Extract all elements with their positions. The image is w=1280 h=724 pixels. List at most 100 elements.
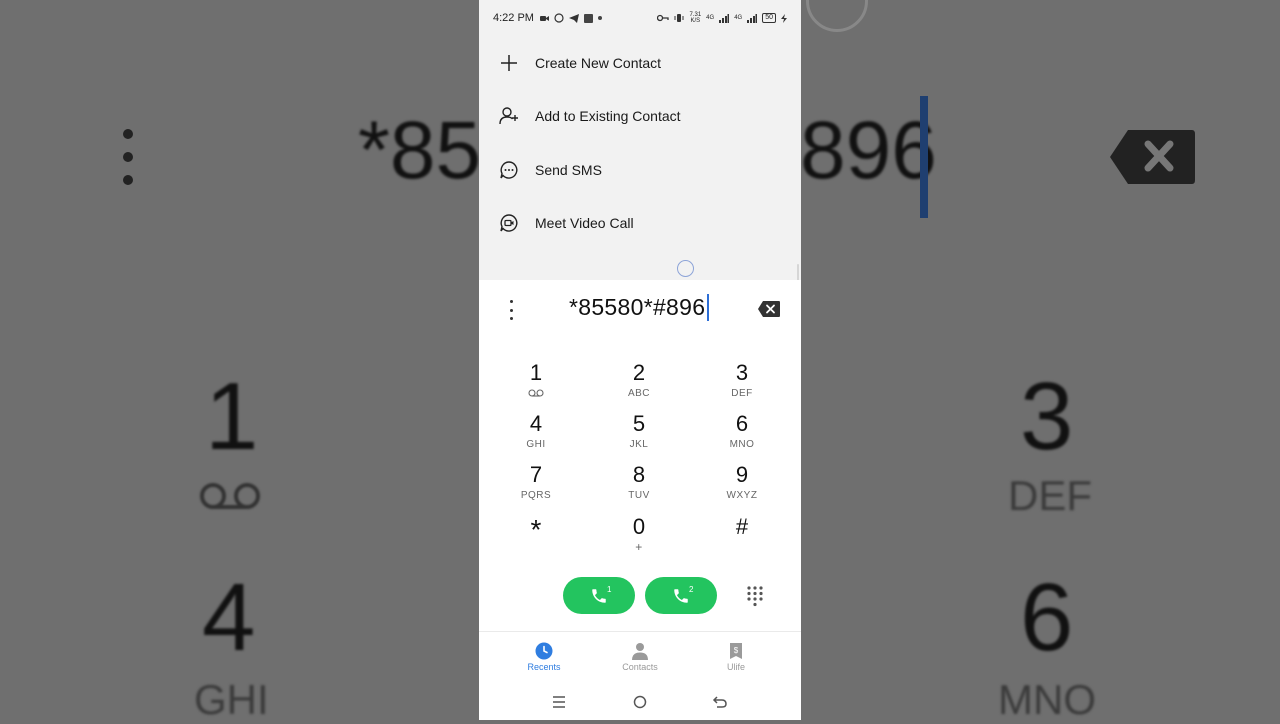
dialed-number-field[interactable]: *85580*#896 (569, 294, 710, 321)
key-7[interactable]: 7 PQRS (496, 463, 576, 509)
key-letters: MNO (729, 439, 755, 450)
menu-item-label: Meet Video Call (535, 215, 634, 232)
menu-item-label: Send SMS (535, 161, 602, 178)
key-letters: DEF (731, 388, 753, 399)
key-8[interactable]: 8 TUV (599, 463, 679, 509)
bg-number-right: 896 (800, 105, 937, 196)
phone-icon (674, 588, 688, 603)
key-digit: * (530, 514, 542, 545)
key-letters: + (635, 540, 643, 554)
key-0[interactable]: 0 + (599, 515, 679, 561)
plus-icon (499, 53, 519, 73)
key-digit: 1 (529, 360, 543, 385)
vibrate-icon (674, 14, 684, 22)
key-letters: PQRS (520, 490, 552, 501)
backspace-icon[interactable] (757, 300, 781, 318)
key-star[interactable]: * (496, 515, 576, 561)
tab-ulife[interactable]: $ Ulife (696, 642, 776, 672)
key-digit: 6 (735, 411, 749, 436)
menu-item-meet-video-call[interactable]: Meet Video Call (479, 197, 801, 251)
data-speed: 7.31 K/S (689, 12, 701, 24)
loading-ring (677, 260, 694, 277)
bg-overflow-dot (123, 152, 133, 162)
key-digit: 2 (632, 360, 646, 385)
bg-letters-ghi: GHI (194, 676, 269, 723)
key-digit: 4 (529, 411, 543, 436)
bg-digit-1: 1 (205, 363, 259, 470)
bg-caret (920, 96, 928, 218)
telegram-icon (568, 13, 579, 23)
video-call-icon (499, 213, 519, 233)
bottom-navigation: Recents Contacts $ Ulife (479, 631, 801, 684)
back-icon[interactable] (712, 694, 728, 710)
more-options-button[interactable] (503, 300, 519, 320)
text-caret (707, 294, 710, 321)
key-digit: 8 (632, 462, 646, 487)
ulife-icon: $ (730, 643, 742, 659)
notification-icons (539, 13, 602, 23)
bg-backspace-icon (1110, 130, 1195, 184)
key-digit: 3 (735, 360, 749, 385)
overflow-menu: Create New Contact Add to Existing Conta… (479, 36, 801, 340)
menu-item-send-sms[interactable]: Send SMS (479, 143, 801, 197)
key-hash[interactable]: # (702, 515, 782, 561)
key-digit: 7 (529, 462, 543, 487)
network-type-2: 4G (734, 15, 743, 21)
bg-voicemail-icon (200, 483, 260, 509)
message-icon (499, 160, 519, 180)
svg-text:$: $ (734, 646, 739, 655)
sim-2-label: 2 (689, 585, 694, 594)
key-digit: 9 (735, 462, 749, 487)
menu-item-label: Create New Contact (535, 54, 662, 71)
phone-screen: 4:22 PM 7.31 K/S 4G 4G 50 Create New Con… (479, 0, 801, 720)
tab-contacts[interactable]: Contacts (600, 642, 680, 672)
key-letters: GHI (526, 439, 546, 450)
dialer-panel: *85580*#896 1 2 ABC 3 DEF 4 GHI 5 JKL 6 … (479, 280, 801, 720)
vpn-key-icon (657, 14, 670, 22)
clock-icon (535, 642, 553, 660)
key-9[interactable]: 9 WXYZ (702, 463, 782, 509)
charging-bolt-icon (781, 13, 787, 23)
sim-1-label: 1 (607, 585, 612, 594)
system-status-icons: 7.31 K/S 4G 4G 50 (657, 12, 787, 24)
bg-number-left: *85 (358, 105, 482, 196)
add-person-icon (499, 106, 519, 126)
tab-label: Contacts (622, 662, 658, 672)
recent-apps-icon[interactable] (551, 694, 567, 710)
dot-icon (509, 300, 513, 303)
more-notifications-dot-icon (597, 16, 602, 20)
bg-digit-3: 3 (1020, 363, 1074, 470)
key-letters: JKL (629, 439, 649, 450)
key-3[interactable]: 3 DEF (702, 361, 782, 407)
bg-overflow-dot (123, 129, 133, 139)
key-letters: ABC (627, 388, 651, 399)
call-sim2-button[interactable]: 2 (645, 577, 717, 614)
voicemail-icon (528, 389, 544, 397)
signal-2-icon (747, 13, 758, 23)
key-1[interactable]: 1 (496, 361, 576, 407)
battery-icon: 50 (762, 13, 776, 23)
menu-item-add-to-existing-contact[interactable]: Add to Existing Contact (479, 90, 801, 144)
keypad-toggle-icon[interactable] (746, 585, 764, 607)
status-bar: 4:22 PM 7.31 K/S 4G 4G 50 (479, 0, 801, 36)
bg-letters-mno: MNO (998, 676, 1096, 723)
bg-letters-def: DEF (1008, 472, 1092, 519)
person-icon (632, 643, 648, 660)
bg-ring (806, 0, 868, 32)
key-6[interactable]: 6 MNO (702, 412, 782, 458)
call-sim1-button[interactable]: 1 (563, 577, 635, 614)
key-digit: 5 (632, 411, 646, 436)
menu-item-create-new-contact[interactable]: Create New Contact (479, 36, 801, 90)
key-2[interactable]: 2 ABC (599, 361, 679, 407)
key-letters: WXYZ (726, 490, 758, 501)
network-type-1: 4G (706, 15, 715, 21)
call-actions: 1 2 (479, 577, 801, 615)
home-icon[interactable] (632, 694, 648, 710)
key-digit: 0 (632, 514, 646, 539)
system-navigation-bar (479, 684, 801, 720)
key-4[interactable]: 4 GHI (496, 412, 576, 458)
key-5[interactable]: 5 JKL (599, 412, 679, 458)
bg-overflow-dot (123, 175, 133, 185)
app-square-icon (583, 13, 593, 23)
tab-recents[interactable]: Recents (504, 642, 584, 672)
